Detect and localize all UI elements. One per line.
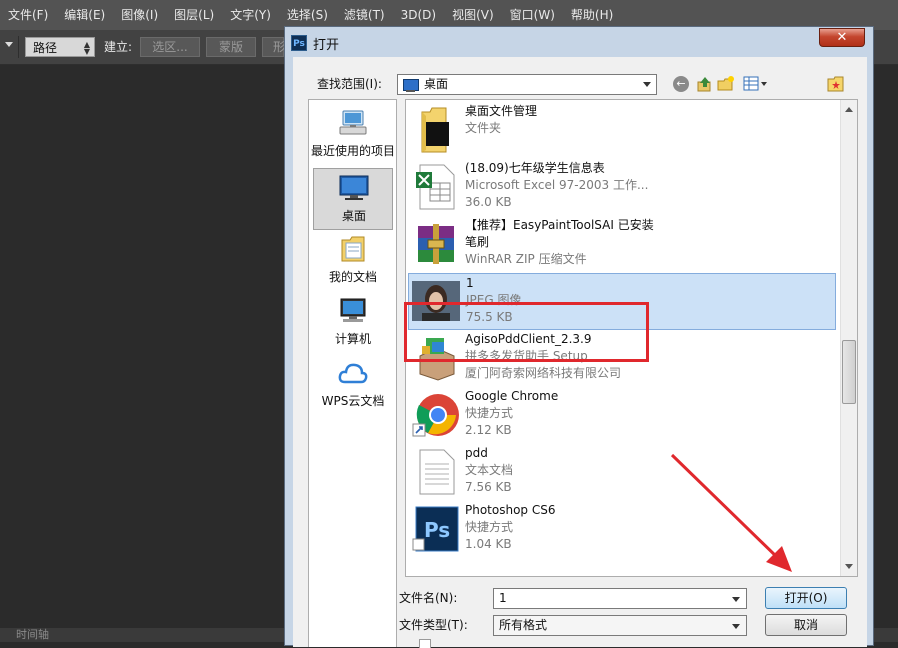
close-button[interactable]: ✕ bbox=[819, 28, 865, 47]
dialog-titlebar[interactable]: Ps 打开 ✕ bbox=[285, 27, 873, 57]
options-divider bbox=[18, 36, 19, 58]
file-name-input-value: 1 bbox=[499, 591, 507, 605]
file-size: 1.04 KB bbox=[465, 537, 512, 551]
list-item[interactable]: pdd 文本文档 7.56 KB bbox=[408, 444, 836, 501]
open-dialog: Ps 打开 ✕ 查找范围(I): 桌面 ← 最近使用的项目 桌面 我的文档 计算… bbox=[284, 26, 874, 648]
make-selection-button[interactable]: 选区... bbox=[140, 37, 200, 57]
file-type: Microsoft Excel 97-2003 工作... bbox=[465, 178, 649, 192]
file-size: 7.56 KB bbox=[465, 480, 512, 494]
file-type-label: 文件类型(T): bbox=[399, 618, 468, 632]
scrollbar-thumb[interactable] bbox=[842, 340, 856, 404]
chevron-down-icon bbox=[643, 82, 651, 87]
folder-icon bbox=[421, 107, 449, 153]
wps-cloud-icon bbox=[338, 363, 368, 384]
updown-arrows-icon: ▲ ▼ bbox=[83, 40, 90, 56]
svg-text:Ps: Ps bbox=[424, 518, 450, 542]
computer-icon bbox=[340, 298, 366, 322]
look-in-combo[interactable]: 桌面 bbox=[397, 74, 657, 95]
file-size: 2.12 KB bbox=[465, 423, 512, 437]
make-shape-button[interactable]: 形 bbox=[262, 37, 285, 57]
file-type: 文本文档 bbox=[465, 463, 514, 477]
file-type: 快捷方式 bbox=[465, 520, 514, 534]
place-label-computer: 计算机 bbox=[334, 332, 371, 346]
look-in-label: 查找范围(I): bbox=[317, 77, 382, 91]
chevron-down-icon bbox=[732, 624, 740, 629]
list-item[interactable]: Ps Photoshop CS6 快捷方式 1.04 KB bbox=[408, 501, 836, 558]
look-in-value: 桌面 bbox=[424, 77, 449, 91]
menu-image[interactable]: 图像(I) bbox=[113, 0, 166, 30]
places-bar: 最近使用的项目 桌面 我的文档 计算机 WPS云文档 bbox=[308, 99, 397, 647]
dialog-body: 查找范围(I): 桌面 ← 最近使用的项目 桌面 我的文档 计算机 WPS云文档… bbox=[293, 57, 867, 648]
close-icon: ✕ bbox=[836, 30, 848, 45]
up-folder-icon[interactable] bbox=[696, 75, 714, 93]
file-name-input[interactable]: 1 bbox=[493, 588, 747, 609]
menu-edit[interactable]: 编辑(E) bbox=[56, 0, 113, 30]
place-wps-cloud[interactable]: WPS云文档 bbox=[313, 354, 393, 416]
menu-type[interactable]: 文字(Y) bbox=[222, 0, 279, 30]
new-folder-icon[interactable] bbox=[717, 75, 735, 93]
file-type: 快捷方式 bbox=[465, 406, 514, 420]
file-name: 桌面文件管理 bbox=[465, 104, 538, 118]
file-name: pdd bbox=[465, 446, 488, 460]
place-my-documents[interactable]: 我的文档 bbox=[313, 230, 393, 292]
options-checkbox[interactable] bbox=[419, 639, 431, 648]
photoshop-icon: Ps bbox=[412, 506, 459, 552]
path-mode-value: 路径 bbox=[33, 41, 58, 55]
list-item[interactable]: 【推荐】EasyPaintToolSAI 已安装笔刷 WinRAR ZIP 压缩… bbox=[408, 216, 836, 273]
scroll-down-arrow-icon[interactable] bbox=[845, 564, 853, 569]
file-publisher: 厦门阿奇索网络科技有限公司 bbox=[465, 366, 622, 380]
add-favorite-icon[interactable] bbox=[827, 75, 845, 93]
chrome-icon bbox=[412, 394, 459, 437]
file-name-label: 文件名(N): bbox=[399, 591, 458, 605]
chevron-down-icon[interactable] bbox=[732, 597, 740, 602]
menu-file[interactable]: 文件(F) bbox=[0, 0, 56, 30]
highlight-annotation-box bbox=[404, 302, 649, 362]
list-item[interactable]: (18.09)七年级学生信息表 Microsoft Excel 97-2003 … bbox=[408, 159, 836, 216]
menu-layer[interactable]: 图层(L) bbox=[166, 0, 222, 30]
place-desktop[interactable]: 桌面 bbox=[313, 168, 393, 230]
recent-items-icon bbox=[339, 110, 367, 135]
text-document-icon bbox=[419, 449, 455, 495]
winrar-icon bbox=[418, 224, 454, 264]
make-mask-button[interactable]: 蒙版 bbox=[206, 37, 256, 57]
file-name: Photoshop CS6 bbox=[465, 503, 556, 517]
build-label: 建立: bbox=[104, 40, 133, 54]
tool-preset-chevron-icon[interactable] bbox=[5, 42, 13, 47]
file-type: WinRAR ZIP 压缩文件 bbox=[465, 252, 587, 266]
desktop-icon bbox=[339, 175, 369, 200]
file-name: (18.09)七年级学生信息表 bbox=[465, 161, 605, 175]
dialog-title: 打开 bbox=[313, 38, 340, 53]
place-computer[interactable]: 计算机 bbox=[313, 292, 393, 354]
back-icon[interactable]: ← bbox=[673, 76, 689, 92]
file-list-scrollbar[interactable] bbox=[840, 100, 857, 576]
file-type-select[interactable]: 所有格式 bbox=[493, 615, 747, 636]
place-recent-items[interactable]: 最近使用的项目 bbox=[311, 104, 395, 166]
file-name: 【推荐】EasyPaintToolSAI 已安装笔刷 bbox=[465, 218, 654, 249]
file-name: Google Chrome bbox=[465, 389, 559, 403]
file-name: 1 bbox=[466, 276, 474, 290]
photoshop-app-icon: Ps bbox=[291, 35, 307, 51]
list-item[interactable]: Google Chrome 快捷方式 2.12 KB bbox=[408, 387, 836, 444]
scroll-up-arrow-icon[interactable] bbox=[845, 107, 853, 112]
list-item[interactable]: 桌面文件管理 文件夹 bbox=[408, 102, 836, 159]
file-type: 文件夹 bbox=[465, 121, 502, 135]
excel-icon bbox=[416, 164, 455, 210]
place-label-wps-cloud: WPS云文档 bbox=[321, 394, 385, 408]
path-mode-select[interactable]: 路径 ▲ ▼ bbox=[25, 37, 95, 57]
desktop-small-icon-base bbox=[406, 90, 415, 92]
timeline-panel-tab[interactable]: 时间轴 bbox=[0, 628, 290, 642]
statusbar-corner bbox=[872, 628, 898, 642]
place-label-desktop: 桌面 bbox=[341, 209, 366, 223]
my-documents-icon bbox=[341, 236, 365, 262]
cancel-button[interactable]: 取消 bbox=[765, 614, 847, 636]
file-type-value: 所有格式 bbox=[499, 618, 548, 632]
file-size: 36.0 KB bbox=[465, 195, 512, 209]
views-menu-icon[interactable] bbox=[743, 75, 769, 93]
place-label-recent: 最近使用的项目 bbox=[310, 144, 395, 158]
open-button[interactable]: 打开(O) bbox=[765, 587, 847, 609]
place-label-my-documents: 我的文档 bbox=[328, 270, 377, 284]
